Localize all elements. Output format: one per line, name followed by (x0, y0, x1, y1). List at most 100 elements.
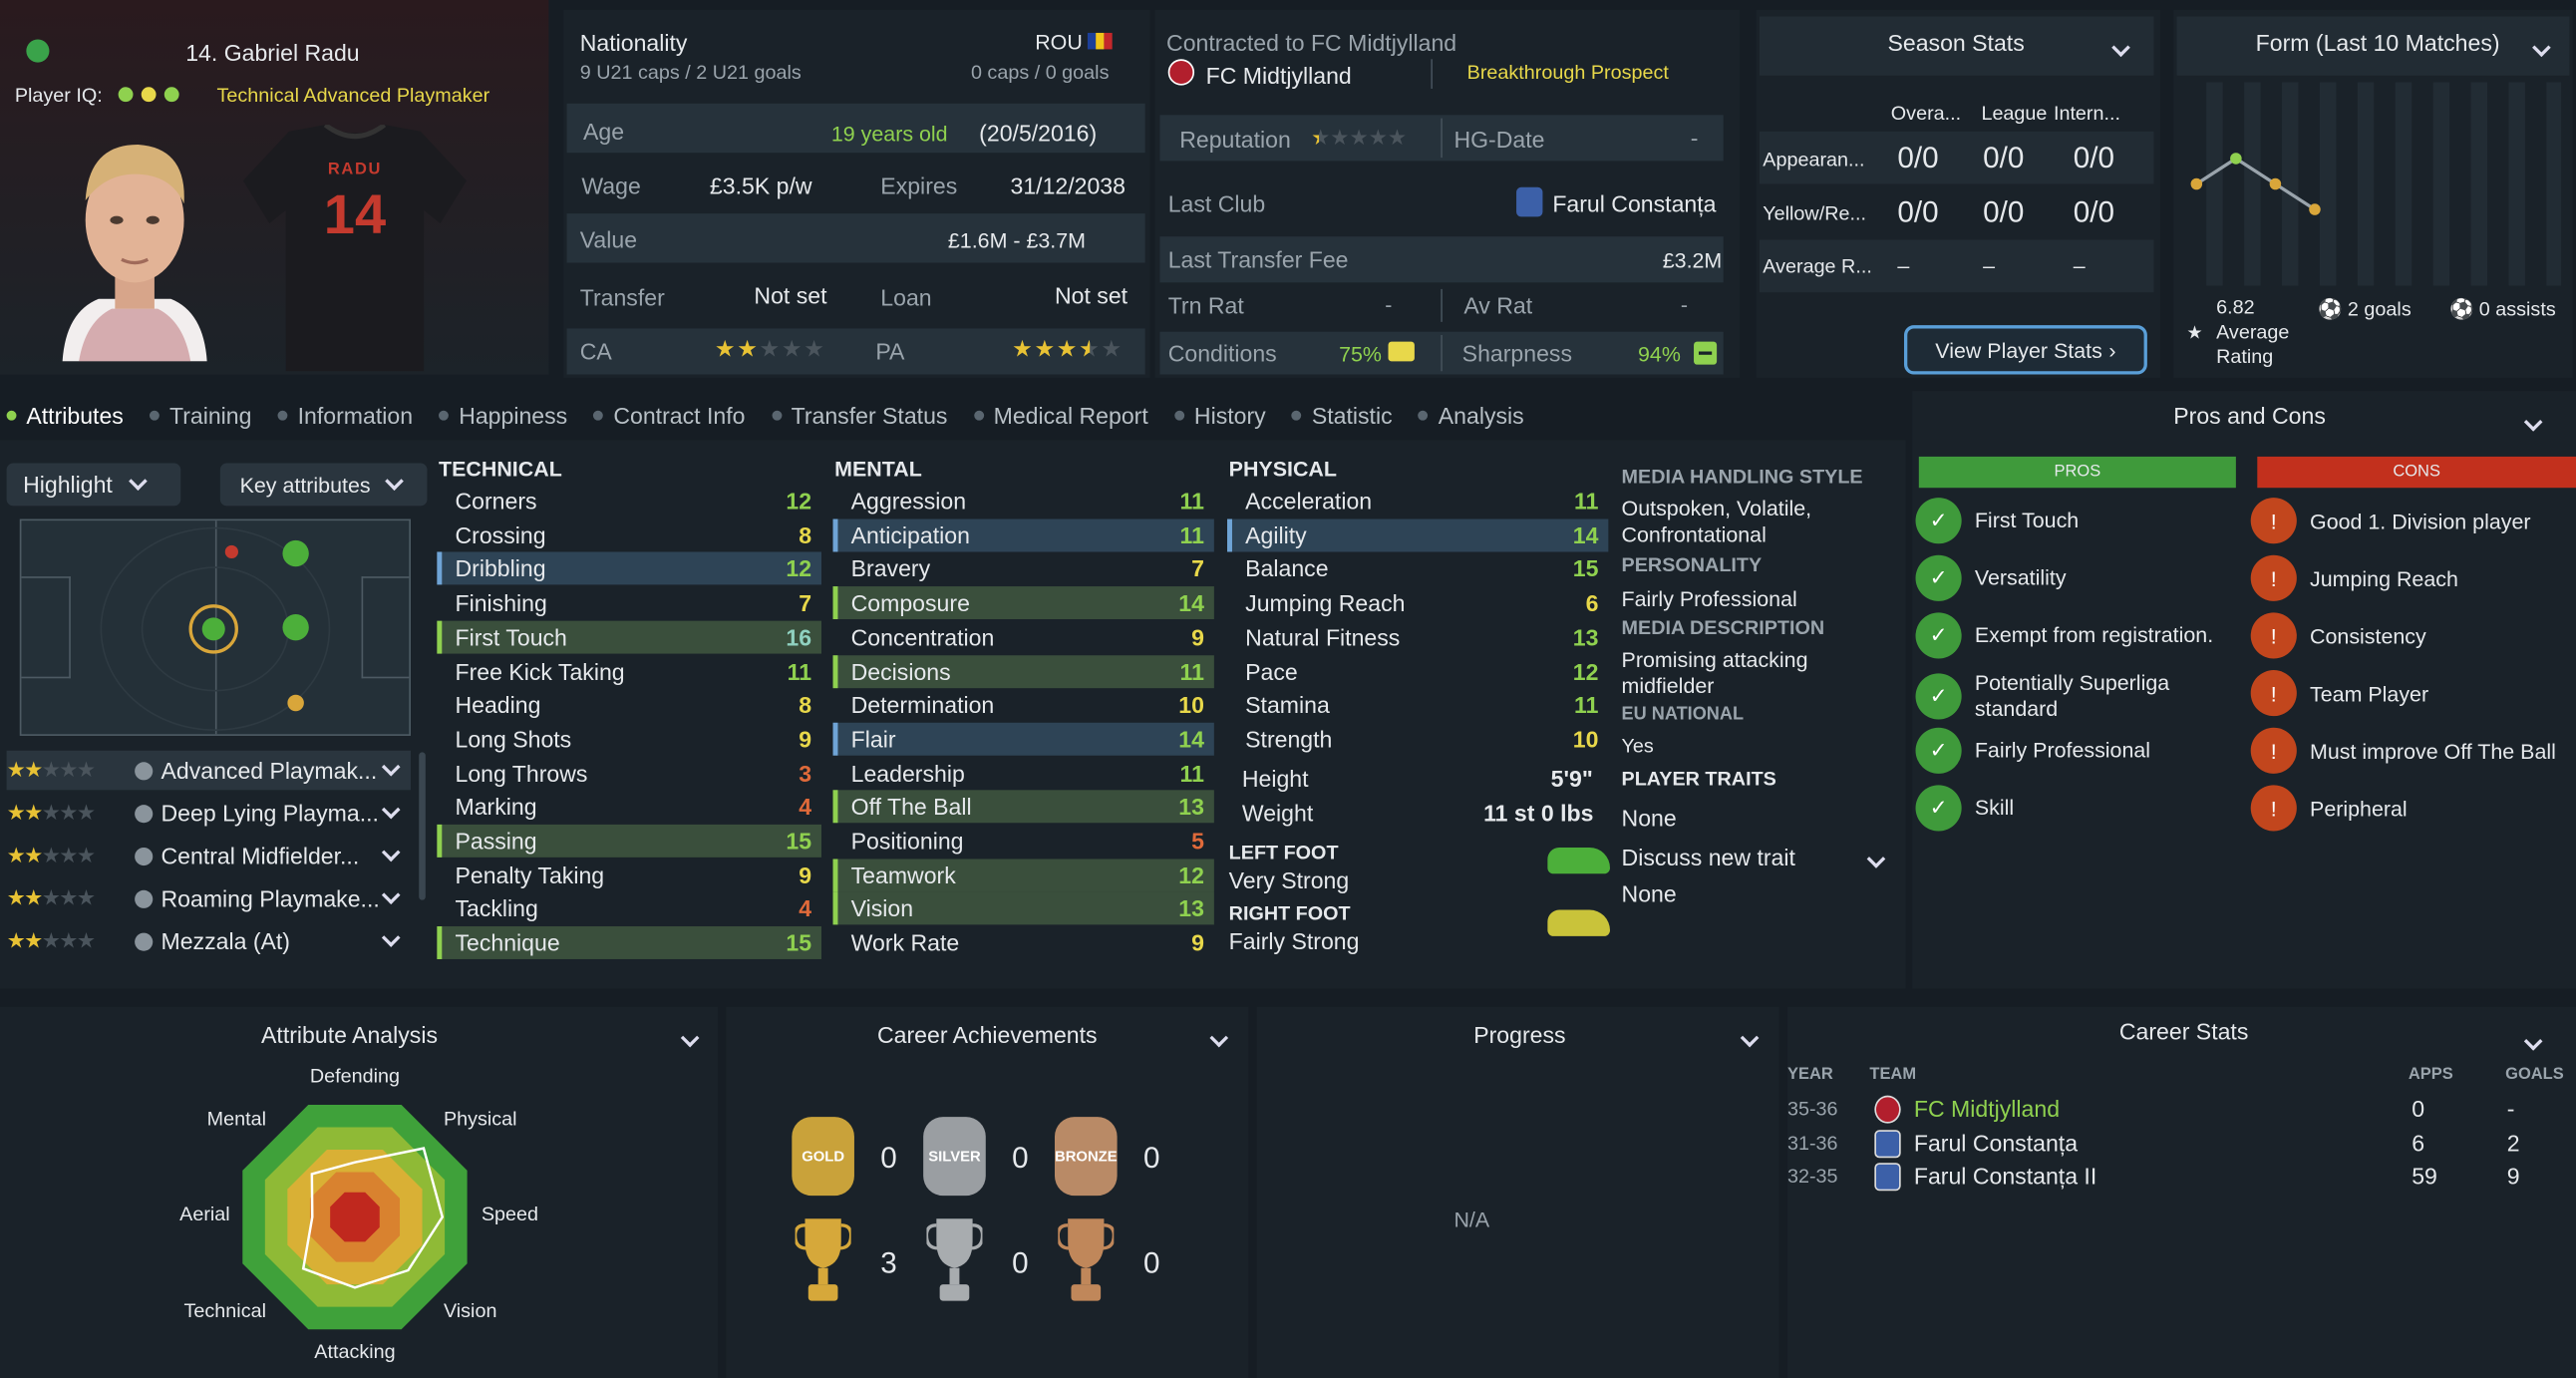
attr-bravery[interactable]: Bravery 7 (833, 552, 1214, 585)
position-dot-wing[interactable] (224, 544, 238, 559)
attr-decisions[interactable]: Decisions 11 (832, 654, 1214, 688)
attr-crossing[interactable]: Crossing 8 (437, 518, 821, 551)
info-icon[interactable] (135, 761, 154, 780)
attr-off-the-ball[interactable]: Off The Ball 13 (832, 790, 1214, 824)
role-row[interactable]: ★★★★★ Mezzala (At) (7, 921, 411, 961)
tab-label: Contract Info (613, 402, 746, 429)
tab-training[interactable]: Training (150, 403, 251, 429)
attr-marking[interactable]: Marking 4 (437, 791, 821, 824)
chevron-down-icon[interactable] (381, 800, 401, 820)
pros-cons-chevron-icon[interactable] (2523, 408, 2543, 438)
con-label: Jumping Reach (2310, 565, 2458, 591)
tab-transfer-status[interactable]: Transfer Status (771, 403, 947, 429)
role-stars: ★★★★★ (6, 843, 96, 867)
career-stats-chevron-icon[interactable] (2523, 1027, 2543, 1057)
midtjylland-badge-icon (1874, 1095, 1901, 1124)
attr-passing[interactable]: Passing 15 (437, 824, 821, 858)
tab-contract-info[interactable]: Contract Info (593, 402, 746, 429)
right-boot-icon (1547, 909, 1611, 936)
info-panel: Nationality ROU 9 U21 caps / 2 U21 goals… (563, 9, 1150, 378)
attr-teamwork[interactable]: Teamwork 12 (832, 858, 1214, 891)
chevron-down-icon[interactable] (381, 757, 401, 777)
attr-concentration[interactable]: Concentration 9 (833, 620, 1214, 653)
tab-statistic[interactable]: Statistic (1292, 403, 1393, 429)
attr-dribbling[interactable]: Dribbling 12 (437, 552, 821, 586)
career-team[interactable]: FC Midtjylland (1914, 1096, 2060, 1122)
attr-vision[interactable]: Vision 13 (832, 892, 1214, 926)
attr-anticipation[interactable]: Anticipation 11 (832, 518, 1214, 551)
chevron-down-icon[interactable] (381, 885, 401, 905)
tab-information[interactable]: Information (277, 403, 413, 429)
attr-finishing[interactable]: Finishing 7 (437, 586, 821, 619)
attr-jumping-reach[interactable]: Jumping Reach 6 (1227, 586, 1608, 619)
info-icon[interactable] (135, 847, 154, 865)
position-dot-cam[interactable] (282, 614, 309, 641)
tab-attributes[interactable]: Attributes (6, 403, 124, 429)
role-row[interactable]: ★★★★★ Deep Lying Playma... (7, 794, 411, 834)
attr-corners[interactable]: Corners 12 (437, 485, 821, 517)
chevron-down-icon[interactable] (381, 928, 401, 947)
career-team[interactable]: Farul Constanța II (1914, 1163, 2096, 1189)
attr-balance[interactable]: Balance 15 (1227, 552, 1608, 585)
role-list-scrollbar[interactable] (419, 752, 426, 900)
attr-work-rate[interactable]: Work Rate 9 (833, 926, 1214, 959)
tab-happiness[interactable]: Happiness (439, 403, 567, 429)
info-icon[interactable] (135, 931, 154, 950)
career-row[interactable]: 31-36 Farul Constanța 6 2 (1787, 1129, 2576, 1162)
con-item: ! Consistency (2250, 612, 2576, 659)
attr-natural-fitness[interactable]: Natural Fitness 13 (1227, 620, 1608, 653)
attr-tackling[interactable]: Tackling 4 (437, 892, 821, 925)
season-dropdown-chevron-icon[interactable] (2111, 33, 2130, 63)
key-attributes-dropdown[interactable]: Key attributes (219, 463, 428, 507)
tab-history[interactable]: History (1174, 403, 1266, 429)
attr-leadership[interactable]: Leadership 11 (833, 757, 1214, 790)
position-dot-am[interactable] (282, 539, 309, 567)
attr-penalty-taking[interactable]: Penalty Taking 9 (437, 859, 821, 891)
career-team[interactable]: Farul Constanța (1914, 1129, 2078, 1155)
tab-medical-report[interactable]: Medical Report (973, 403, 1148, 429)
attr-label: Anticipation (850, 521, 970, 548)
attr-technique[interactable]: Technique 15 (437, 926, 821, 960)
attr-heading[interactable]: Heading 8 (437, 688, 821, 721)
attribute-analysis-chevron-icon[interactable] (680, 1023, 700, 1053)
tab-dot-icon (6, 410, 17, 421)
career-row[interactable]: 35-36 FC Midtjylland 0 - (1787, 1095, 2576, 1129)
attr-composure[interactable]: Composure 14 (832, 586, 1214, 620)
attr-acceleration[interactable]: Acceleration 11 (1227, 485, 1608, 517)
attr-long-throws[interactable]: Long Throws 3 (437, 757, 821, 790)
discuss-trait-chevron-icon[interactable] (1866, 845, 1886, 874)
role-row[interactable]: ★★★★★ Advanced Playmak... (6, 750, 411, 791)
view-player-stats-button[interactable]: View Player Stats › (1903, 325, 2147, 375)
attr-long-shots[interactable]: Long Shots 9 (437, 723, 821, 756)
discuss-trait-label[interactable]: Discuss new trait (1622, 845, 1795, 870)
info-icon[interactable] (135, 804, 154, 823)
caps: 0 caps / 0 goals (970, 60, 1110, 85)
attr-strength[interactable]: Strength 10 (1227, 723, 1608, 756)
chevron-down-icon[interactable] (381, 843, 401, 862)
club-name[interactable]: FC Midtjylland (1206, 63, 1352, 89)
attr-agility[interactable]: Agility 14 (1227, 518, 1609, 551)
form-dropdown-chevron-icon[interactable] (2532, 33, 2551, 63)
progress-chevron-icon[interactable] (1740, 1023, 1760, 1053)
attr-first-touch[interactable]: First Touch 16 (437, 620, 821, 654)
attr-pace[interactable]: Pace 12 (1227, 654, 1608, 687)
attr-positioning[interactable]: Positioning 5 (833, 825, 1214, 858)
last-club-value[interactable]: Farul Constanța (1552, 190, 1716, 216)
tab-analysis[interactable]: Analysis (1418, 403, 1524, 429)
info-icon[interactable] (135, 888, 154, 908)
attr-flair[interactable]: Flair 14 (832, 722, 1214, 756)
attr-free-kick-taking[interactable]: Free Kick Taking 11 (437, 654, 821, 687)
medal-count: 0 (1142, 1141, 1160, 1175)
attr-determination[interactable]: Determination 10 (833, 688, 1214, 721)
attr-stamina[interactable]: Stamina 11 (1227, 688, 1608, 721)
position-dot-cm[interactable] (201, 617, 225, 641)
role-row[interactable]: ★★★★★ Central Midfielder... (7, 836, 411, 875)
attr-label: Heading (455, 691, 541, 719)
attr-aggression[interactable]: Aggression 11 (833, 485, 1214, 517)
career-row[interactable]: 32-35 Farul Constanța II 59 9 (1787, 1163, 2576, 1196)
tab-dot-icon (1418, 410, 1429, 421)
position-dot-dm[interactable] (287, 694, 304, 712)
career-achievements-chevron-icon[interactable] (1209, 1023, 1229, 1053)
role-row[interactable]: ★★★★★ Roaming Playmake... (7, 878, 411, 918)
highlight-dropdown[interactable]: Highlight (6, 463, 181, 507)
